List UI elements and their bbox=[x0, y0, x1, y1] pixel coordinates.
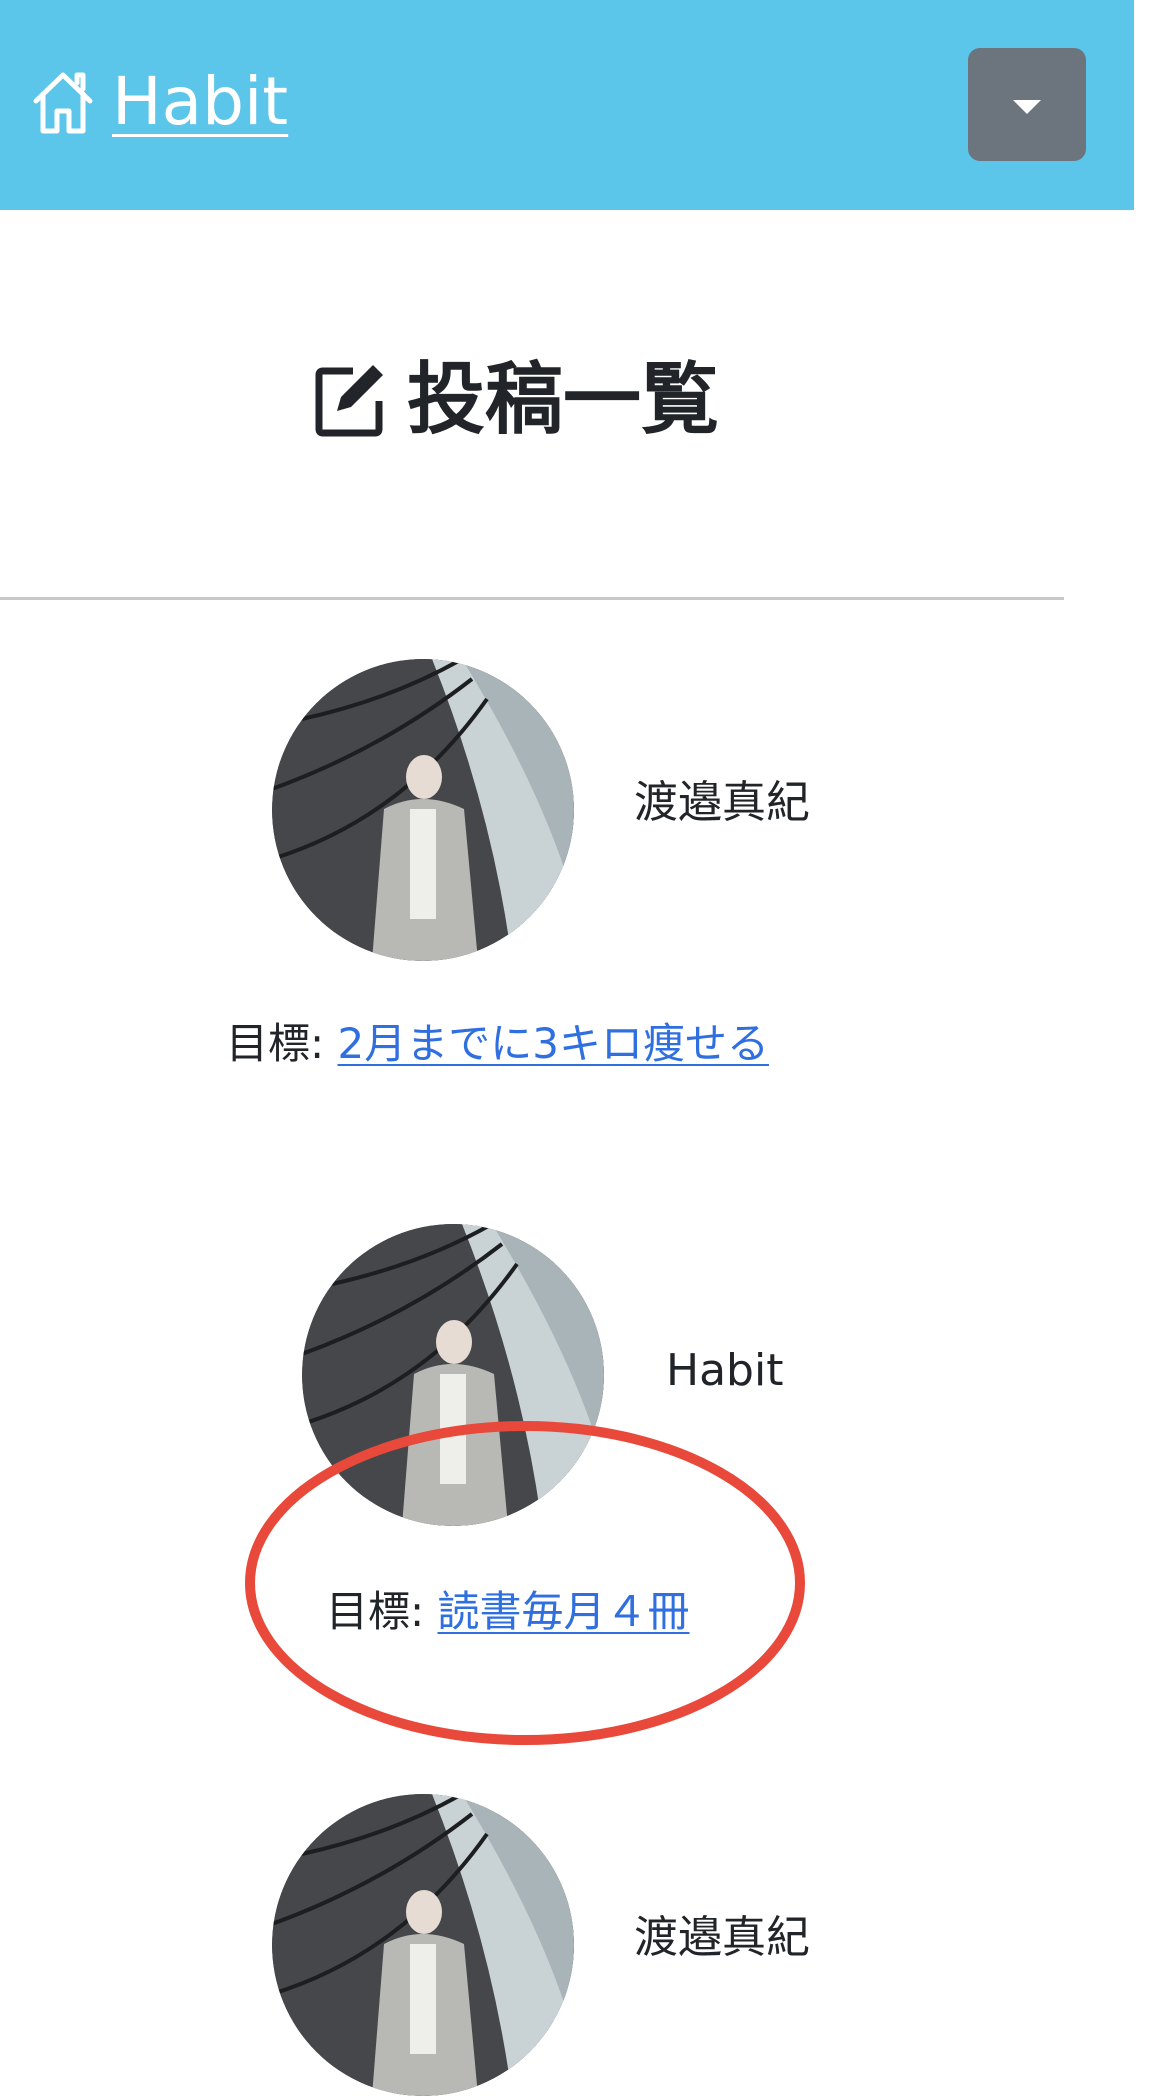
avatar[interactable] bbox=[272, 659, 574, 961]
username: 渡邉真紀 bbox=[634, 1912, 810, 1963]
brand-label: Habit bbox=[112, 63, 289, 140]
goal-label: 目標: bbox=[226, 1019, 325, 1068]
home-icon bbox=[30, 67, 96, 137]
username: 渡邉真紀 bbox=[634, 777, 810, 828]
navbar: Habit bbox=[0, 0, 1134, 210]
highlight-ellipse bbox=[245, 1421, 805, 1745]
avatar[interactable] bbox=[272, 1794, 574, 2096]
username: Habit bbox=[666, 1345, 784, 1396]
page-title: 投稿一覧 bbox=[0, 355, 1032, 445]
edit-icon bbox=[313, 361, 387, 439]
brand-link[interactable]: Habit bbox=[30, 62, 288, 142]
divider bbox=[0, 597, 1064, 600]
goal-line: 目標: 2月までに3キロ痩せる bbox=[226, 1018, 769, 1070]
caret-down-icon bbox=[1013, 99, 1041, 114]
dropdown-toggle-button[interactable] bbox=[968, 48, 1086, 161]
goal-link[interactable]: 2月までに3キロ痩せる bbox=[338, 1019, 769, 1068]
page-title-text: 投稿一覧 bbox=[406, 355, 719, 445]
